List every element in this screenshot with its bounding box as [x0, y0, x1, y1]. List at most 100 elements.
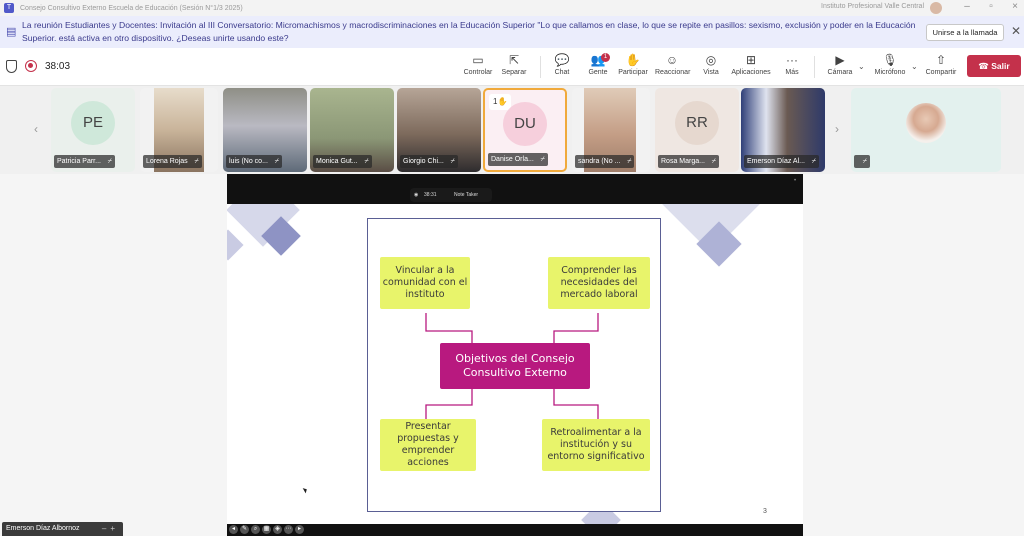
more-button[interactable]: ··· Más	[782, 52, 802, 84]
next-slide-icon[interactable]: ▸	[295, 525, 304, 534]
participant-avatar: PE	[71, 101, 115, 146]
grid-icon[interactable]: ▦	[262, 525, 271, 534]
participate-button[interactable]: ✋ Participar	[617, 52, 649, 84]
raise-hand-icon: ✋	[625, 53, 641, 67]
chat-label: Chat	[554, 69, 570, 76]
mic-off-icon: 🎙	[882, 53, 898, 67]
participant-tile[interactable]: sandra (No ... ⌿	[572, 88, 650, 172]
share-button[interactable]: ⇧ Compartir	[924, 52, 958, 84]
control-label: Controlar	[463, 69, 493, 76]
shield-icon[interactable]	[6, 60, 17, 73]
toolbar-divider	[540, 56, 541, 78]
camera-options-chevron-icon[interactable]: ⌄	[858, 62, 865, 71]
chevron-right-icon[interactable]: ›	[835, 122, 839, 136]
mic-off-icon: ⌿	[107, 158, 112, 165]
phone-icon: ☎	[978, 61, 992, 71]
mindmap-frame: Vincular a la comunidad con el instituto…	[367, 218, 661, 512]
title-bar: T Consejo Consultivo Externo Escuela de …	[0, 0, 1024, 16]
chevron-left-icon[interactable]: ‹	[34, 122, 38, 136]
participant-name-tag: Giorgio Chi... ⌿	[400, 155, 458, 168]
participant-tile[interactable]: luis (No co... ⌿	[223, 88, 307, 172]
control-icon: ▭	[472, 53, 484, 67]
participant-name-tag: Monica Gut... ⌿	[313, 155, 372, 168]
participant-tile[interactable]: Lorena Rojas ⌿	[140, 88, 218, 172]
options-icon[interactable]: ⋯	[284, 525, 293, 534]
participant-tile[interactable]: PE Patricia Parr... ⌿	[51, 88, 135, 172]
microphone-button[interactable]: 🎙 Micrófono	[872, 52, 908, 84]
participant-name-tag: Patricia Parr... ⌿	[54, 155, 115, 168]
control-button[interactable]: ▭ Controlar	[462, 52, 494, 84]
microphone-options-chevron-icon[interactable]: ⌄	[911, 62, 918, 71]
mic-off-icon: ⌿	[450, 158, 455, 165]
participant-name-tag: ⌿	[854, 155, 870, 168]
meeting-timer: 38:03	[45, 61, 71, 72]
popout-label: Separar	[501, 69, 527, 76]
participant-name-tag: luis (No co... ⌿	[226, 155, 282, 168]
react-label: Reaccionar	[655, 69, 691, 76]
close-window-icon[interactable]: ×	[1008, 1, 1022, 12]
mic-off-icon: ⌿	[364, 158, 369, 165]
previous-slide-icon[interactable]: ◂	[229, 525, 238, 534]
more-icon: ···	[786, 53, 798, 67]
mindmap-center-node: Objetivos del Consejo Consultivo Externo	[440, 343, 590, 389]
banner-message: La reunión Estudiantes y Docentes: Invit…	[22, 20, 916, 43]
participant-strip: ‹ PE Patricia Parr... ⌿ Lorena Rojas ⌿ lui…	[0, 86, 1024, 174]
popout-icon: ⇱	[508, 53, 520, 67]
people-button[interactable]: 👥 1 Gente	[586, 52, 610, 84]
people-label: Gente	[588, 69, 608, 76]
slide-tools: ◂ ✎ ⌕ ▦ ◈ ⋯ ▸	[229, 525, 304, 534]
organization-name[interactable]: Instituto Profesional Valle Central	[821, 3, 924, 10]
join-call-button[interactable]: Unirse a la llamada	[926, 24, 1004, 41]
mindmap-node: Vincular a la comunidad con el instituto	[380, 257, 470, 309]
note-taker-label: Note Taker	[454, 192, 479, 198]
note-taker-icon: ◉	[414, 192, 419, 198]
mic-off-icon: ⌿	[274, 158, 279, 165]
participant-tile[interactable]: RR Rosa Marga... ⌿	[655, 88, 739, 172]
apps-button[interactable]: ⊞ Aplicaciones	[730, 52, 772, 84]
maximize-icon[interactable]: ▫	[984, 1, 998, 12]
leave-button[interactable]: ☎ Salir	[967, 55, 1021, 77]
camera-label: Cámara	[827, 69, 853, 76]
camera-button[interactable]: ▶ Cámara	[826, 52, 854, 84]
chat-button[interactable]: 💬 Chat	[550, 52, 574, 84]
people-badge: 1	[601, 53, 610, 62]
minimize-icon[interactable]: –	[960, 1, 974, 12]
shared-screen[interactable]: ◉ 38:31 Note Taker • Vincular a la comun…	[227, 174, 803, 536]
participant-photo	[906, 103, 946, 144]
minimize-add-icon[interactable]: –+	[102, 522, 119, 536]
participant-name-tag: Emerson Díaz Al... ⌿	[744, 155, 819, 168]
more-label: Más	[785, 69, 799, 76]
mindmap-node: Comprender las necesidades del mercado l…	[548, 257, 650, 309]
popout-button[interactable]: ⇱ Separar	[500, 52, 528, 84]
presenter-name-tag[interactable]: Emerson Díaz Albornoz –+	[2, 522, 123, 536]
device-icon: ▤	[6, 26, 17, 38]
participant-name-tag: Lorena Rojas ⌿	[143, 155, 202, 168]
pen-icon[interactable]: ✎	[240, 525, 249, 534]
zoom-icon[interactable]: ⌕	[251, 525, 260, 534]
participant-name: Rosa Marga...	[661, 158, 705, 165]
view-icon: ◎	[705, 53, 717, 67]
participant-tile[interactable]: Giorgio Chi... ⌿	[397, 88, 481, 172]
react-button[interactable]: ☺ Reaccionar	[655, 52, 691, 84]
participant-name: Patricia Parr...	[57, 158, 101, 165]
participant-tile[interactable]: Emerson Díaz Al... ⌿	[741, 88, 825, 172]
raise-hand-icon: ✋	[497, 97, 508, 106]
close-banner-icon[interactable]: ✕	[1011, 24, 1021, 38]
mic-off-icon: ⌿	[540, 156, 545, 163]
chat-icon: 💬	[554, 53, 570, 67]
participant-tile[interactable]: 1✋ DU Danise Orla... ⌿	[483, 88, 567, 172]
participant-name: Lorena Rojas	[146, 158, 188, 165]
window-title: Consejo Consultivo Externo Escuela de Ed…	[20, 4, 243, 12]
participant-name: Monica Gut...	[316, 158, 358, 165]
participate-label: Participar	[618, 69, 648, 76]
view-button[interactable]: ◎ Vista	[700, 52, 722, 84]
slide-page-number: 3	[763, 508, 767, 515]
participant-name-tag: Rosa Marga... ⌿	[658, 155, 719, 168]
pointer-icon[interactable]: ◈	[273, 525, 282, 534]
user-avatar[interactable]	[930, 2, 942, 14]
participant-name: sandra (No ...	[578, 158, 621, 165]
mic-off-icon: ⌿	[862, 158, 867, 165]
leave-label: Salir	[991, 61, 1010, 71]
participant-tile[interactable]: ⌿	[851, 88, 1001, 172]
participant-tile[interactable]: Monica Gut... ⌿	[310, 88, 394, 172]
